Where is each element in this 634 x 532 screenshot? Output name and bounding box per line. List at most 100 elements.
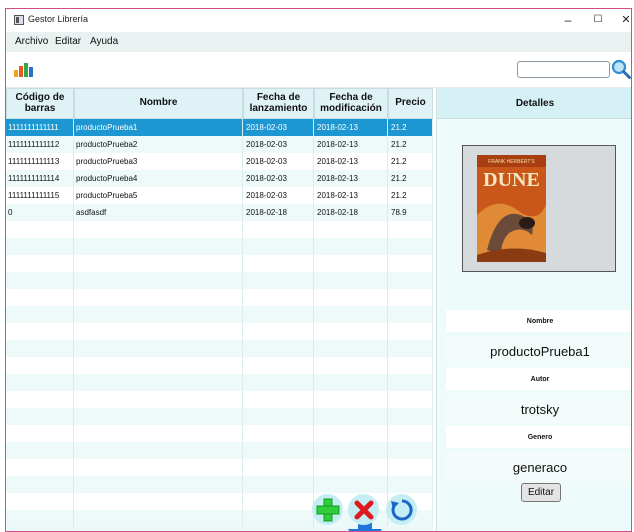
cell-release-date — [243, 357, 314, 374]
minimize-button[interactable]: – — [553, 11, 583, 29]
details-header: Detalles — [437, 88, 631, 119]
cell-modified-date — [314, 357, 388, 374]
table-header: Código de barras Nombre Fecha de lanzami… — [6, 88, 433, 119]
add-button[interactable] — [312, 494, 343, 525]
delete-button[interactable] — [348, 494, 379, 525]
column-header-barcode[interactable]: Código de barras — [6, 88, 74, 119]
table-row[interactable] — [6, 306, 433, 323]
products-table: Código de barras Nombre Fecha de lanzami… — [6, 88, 433, 531]
table-row[interactable]: 1111111111115 productoPrueba5 2018-02-03 20… — [6, 187, 433, 204]
cell-name: productoPrueba5 — [74, 187, 243, 204]
cell-price — [388, 408, 433, 425]
table-row[interactable] — [6, 238, 433, 255]
table-row[interactable] — [6, 425, 433, 442]
cell-barcode — [6, 476, 74, 493]
plus-icon — [316, 498, 339, 521]
cell-price — [388, 255, 433, 272]
dune-cover-illustration: FRANK HERBERT'S DUNE — [477, 155, 546, 262]
cell-release-date — [243, 408, 314, 425]
cell-name — [74, 221, 243, 238]
menu-archivo[interactable]: Archivo — [15, 36, 48, 47]
cell-modified-date: 2018-02-18 — [314, 204, 388, 221]
cell-release-date — [243, 493, 314, 510]
table-row[interactable] — [6, 340, 433, 357]
bar-chart-icon[interactable] — [14, 61, 34, 77]
menu-editar[interactable]: Editar — [55, 36, 81, 47]
cell-price — [388, 272, 433, 289]
table-row[interactable] — [6, 357, 433, 374]
cell-barcode — [6, 510, 74, 527]
column-header-modified-date[interactable]: Fecha de modificación — [314, 88, 388, 119]
table-row[interactable] — [6, 221, 433, 238]
edit-button[interactable]: Editar — [521, 483, 561, 502]
close-button[interactable]: ✕ — [611, 11, 631, 29]
table-row[interactable] — [6, 391, 433, 408]
cell-name: productoPrueba3 — [74, 153, 243, 170]
menu-ayuda[interactable]: Ayuda — [90, 36, 118, 47]
cell-barcode — [6, 425, 74, 442]
table-row[interactable]: 1111111111112 productoPrueba2 2018-02-03 20… — [6, 136, 433, 153]
cell-release-date: 2018-02-03 — [243, 119, 314, 136]
table-row[interactable]: 1111111111113 productoPrueba3 2018-02-03 20… — [6, 153, 433, 170]
cell-price — [388, 374, 433, 391]
table-row[interactable] — [6, 476, 433, 493]
cell-barcode: 1111111111114 — [6, 170, 74, 187]
table-row[interactable]: 1111111111111 productoPrueba1 2018-02-03 20… — [6, 119, 433, 136]
cell-release-date — [243, 425, 314, 442]
book-cover-frame: FRANK HERBERT'S DUNE — [462, 145, 616, 272]
table-row[interactable]: 1111111111114 productoPrueba4 2018-02-03 20… — [6, 170, 433, 187]
cell-modified-date: 2018-02-13 — [314, 119, 388, 136]
table-row[interactable] — [6, 323, 433, 340]
cell-modified-date — [314, 391, 388, 408]
cell-name: productoPrueba2 — [74, 136, 243, 153]
column-header-name[interactable]: Nombre — [74, 88, 243, 119]
cell-name — [74, 391, 243, 408]
cell-release-date — [243, 238, 314, 255]
cell-barcode — [6, 391, 74, 408]
cell-name — [74, 289, 243, 306]
cell-modified-date — [314, 238, 388, 255]
cell-barcode: 1111111111111 — [6, 119, 74, 136]
table-row[interactable] — [6, 272, 433, 289]
field-value-autor: trotsky — [446, 394, 631, 424]
cell-modified-date — [314, 374, 388, 391]
cell-barcode — [6, 289, 74, 306]
window-title: Gestor Librería — [28, 14, 89, 24]
maximize-button[interactable]: ☐ — [583, 11, 613, 29]
cell-name — [74, 493, 243, 510]
cell-release-date — [243, 459, 314, 476]
cell-barcode — [6, 357, 74, 374]
cell-release-date — [243, 323, 314, 340]
table-row[interactable] — [6, 374, 433, 391]
cell-barcode — [6, 238, 74, 255]
column-header-price[interactable]: Precio — [388, 88, 433, 119]
table-row[interactable] — [6, 442, 433, 459]
cell-modified-date: 2018-02-13 — [314, 136, 388, 153]
cell-release-date: 2018-02-03 — [243, 136, 314, 153]
table-row[interactable] — [6, 408, 433, 425]
search-input[interactable] — [517, 61, 610, 78]
refresh-button[interactable] — [386, 494, 417, 525]
cell-modified-date — [314, 272, 388, 289]
table-row[interactable] — [6, 459, 433, 476]
cell-release-date — [243, 255, 314, 272]
cell-barcode — [6, 323, 74, 340]
cell-name — [74, 238, 243, 255]
cell-barcode — [6, 493, 74, 510]
cell-release-date — [243, 272, 314, 289]
cell-release-date: 2018-02-03 — [243, 187, 314, 204]
table-row[interactable]: 0 asdfasdf 2018-02-18 2018-02-18 78.9 — [6, 204, 433, 221]
cell-name: productoPrueba1 — [74, 119, 243, 136]
table-row[interactable] — [6, 289, 433, 306]
cell-barcode — [6, 221, 74, 238]
cell-barcode: 1111111111113 — [6, 153, 74, 170]
cell-name — [74, 425, 243, 442]
cell-price — [388, 391, 433, 408]
cell-release-date: 2018-02-03 — [243, 153, 314, 170]
magnifier-icon[interactable] — [611, 59, 631, 79]
cell-release-date — [243, 306, 314, 323]
cell-modified-date — [314, 425, 388, 442]
table-row[interactable] — [6, 255, 433, 272]
field-label-genero: Genero — [446, 426, 631, 448]
column-header-release-date[interactable]: Fecha de lanzamiento — [243, 88, 314, 119]
